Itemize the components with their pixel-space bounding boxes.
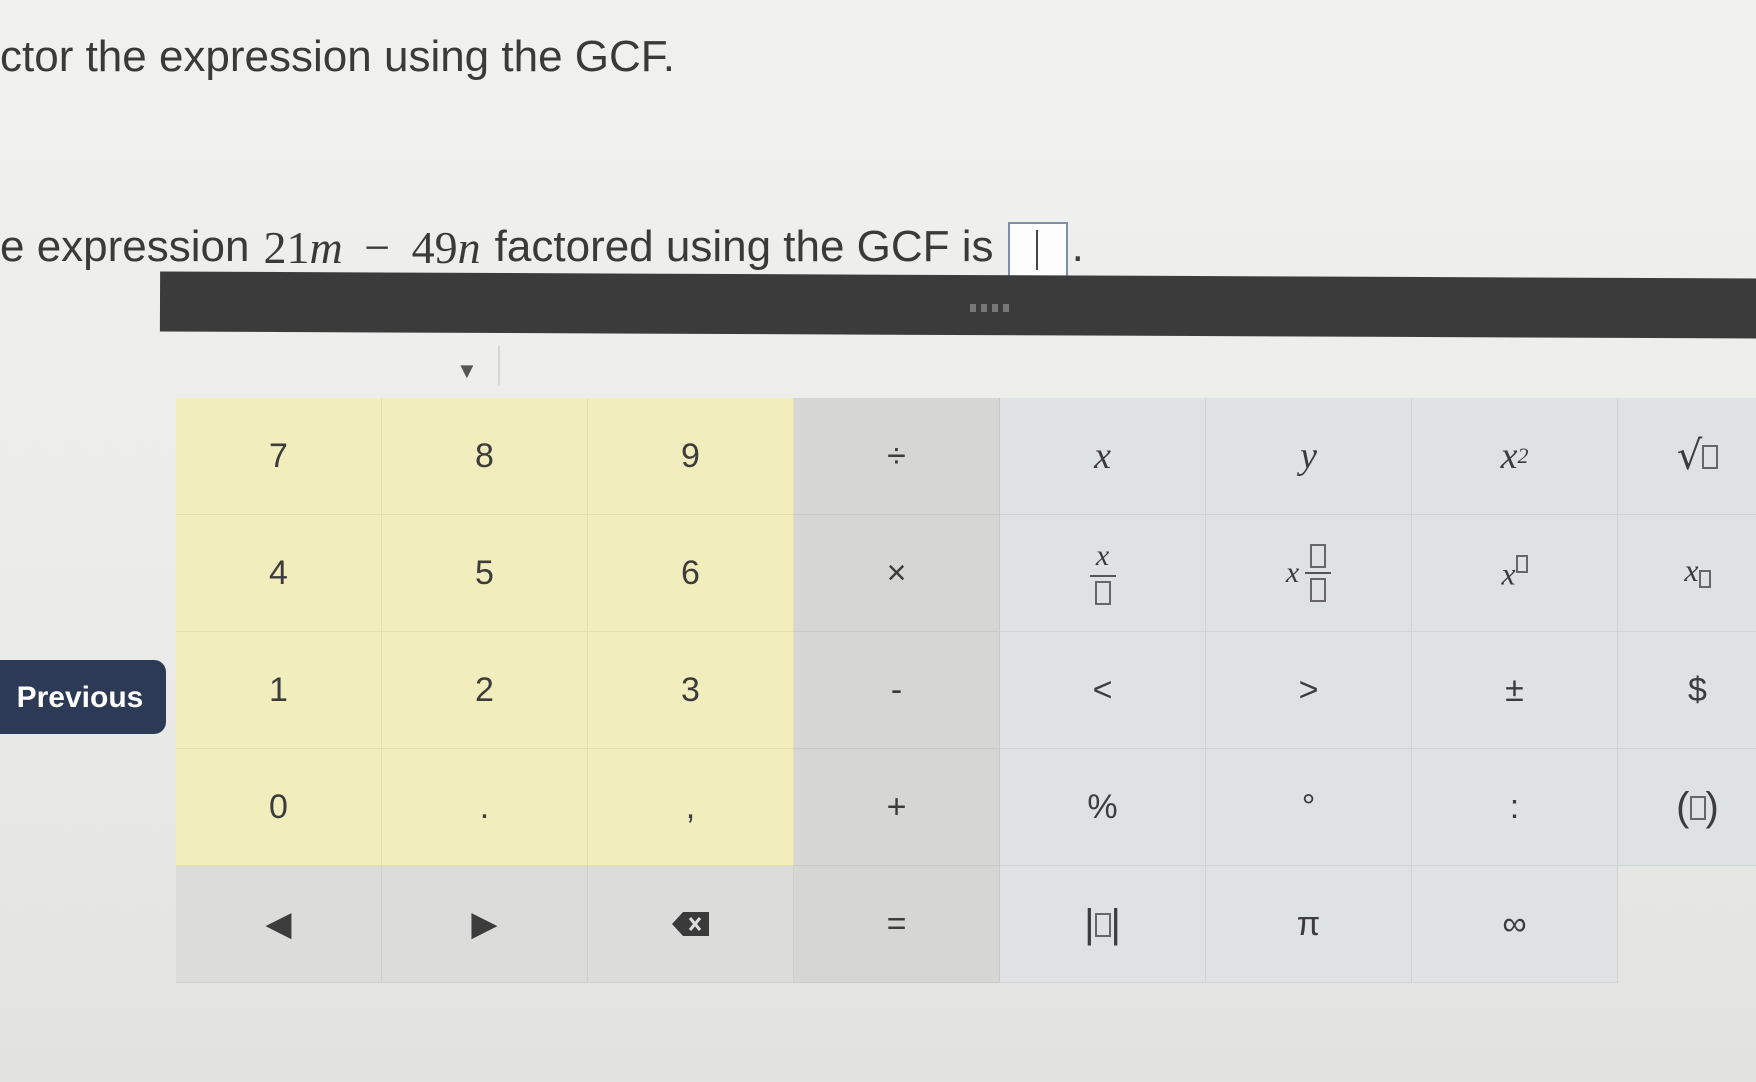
prompt-start: e expression: [0, 222, 250, 271]
square-root-icon: √: [1677, 433, 1719, 479]
question-title: ctor the expression using the GCF.: [0, 32, 675, 81]
keypad-tab-row: ▼: [160, 340, 1756, 400]
key-decimal[interactable]: .: [382, 749, 588, 866]
key-subscript[interactable]: x: [1618, 515, 1756, 632]
tab-separator: [498, 346, 500, 386]
key-3[interactable]: 3: [588, 632, 794, 749]
key-mixed-number[interactable]: x: [1206, 515, 1412, 632]
fraction-icon: x: [1089, 541, 1116, 605]
key-y[interactable]: y: [1206, 398, 1412, 515]
key-1[interactable]: 1: [176, 632, 382, 749]
key-equals[interactable]: =: [794, 866, 1000, 983]
key-0[interactable]: 0: [176, 749, 382, 866]
key-colon[interactable]: :: [1412, 749, 1618, 866]
question-prompt: e expression 21m − 49n factored using th…: [0, 218, 1084, 280]
key-dollar[interactable]: $: [1618, 632, 1756, 749]
power-icon: x: [1501, 553, 1528, 593]
absolute-value-icon: | |: [1084, 901, 1121, 946]
key-infinity[interactable]: ∞: [1412, 866, 1618, 983]
key-2[interactable]: 2: [382, 632, 588, 749]
key-4[interactable]: 4: [176, 515, 382, 632]
key-fraction[interactable]: x: [1000, 515, 1206, 632]
dropdown-caret-icon[interactable]: ▼: [456, 358, 478, 384]
key-9[interactable]: 9: [588, 398, 794, 515]
key-absolute-value[interactable]: | |: [1000, 866, 1206, 983]
previous-button[interactable]: Previous: [0, 660, 166, 734]
expression: 21m − 49n: [263, 221, 481, 273]
key-5[interactable]: 5: [382, 515, 588, 632]
key-parentheses[interactable]: (): [1618, 749, 1756, 866]
backspace-icon: [671, 912, 709, 936]
key-pi[interactable]: π: [1206, 866, 1412, 983]
key-6[interactable]: 6: [588, 515, 794, 632]
subscript-icon: x: [1684, 552, 1711, 594]
key-percent[interactable]: %: [1000, 749, 1206, 866]
key-less-than[interactable]: <: [1000, 632, 1206, 749]
key-greater-than[interactable]: >: [1206, 632, 1412, 749]
key-comma[interactable]: ,: [588, 749, 794, 866]
key-x[interactable]: x: [1000, 398, 1206, 515]
keypad-toolbar[interactable]: [159, 271, 1756, 339]
key-divide[interactable]: ÷: [794, 398, 1000, 515]
cursor-left-button[interactable]: ◀: [176, 866, 382, 983]
cursor-right-button[interactable]: ▶: [382, 866, 588, 983]
key-power[interactable]: x: [1412, 515, 1618, 632]
backspace-button[interactable]: [588, 866, 794, 983]
mixed-number-icon: x: [1286, 544, 1332, 602]
parentheses-icon: (): [1676, 784, 1719, 829]
math-keypad: 7 8 9 4 5 6 1 2 3 0 . , ◀ ▶ ÷ × - + = x …: [176, 398, 1756, 998]
prompt-period: .: [1071, 222, 1084, 271]
key-square-root[interactable]: √: [1618, 398, 1756, 515]
key-degree[interactable]: °: [1206, 749, 1412, 866]
arrow-left-icon: ◀: [265, 905, 292, 943]
key-minus[interactable]: -: [794, 632, 1000, 749]
arrow-right-icon: ▶: [471, 905, 498, 943]
answer-input[interactable]: [1007, 222, 1068, 280]
key-8[interactable]: 8: [382, 398, 588, 515]
key-multiply[interactable]: ×: [794, 515, 1000, 632]
key-plus-minus[interactable]: ±: [1412, 632, 1618, 749]
key-x-squared[interactable]: x2: [1412, 398, 1618, 515]
prompt-end: factored using the GCF is: [494, 222, 994, 271]
key-7[interactable]: 7: [176, 398, 382, 515]
key-plus[interactable]: +: [794, 749, 1000, 866]
drag-handle-icon[interactable]: [970, 304, 1014, 312]
